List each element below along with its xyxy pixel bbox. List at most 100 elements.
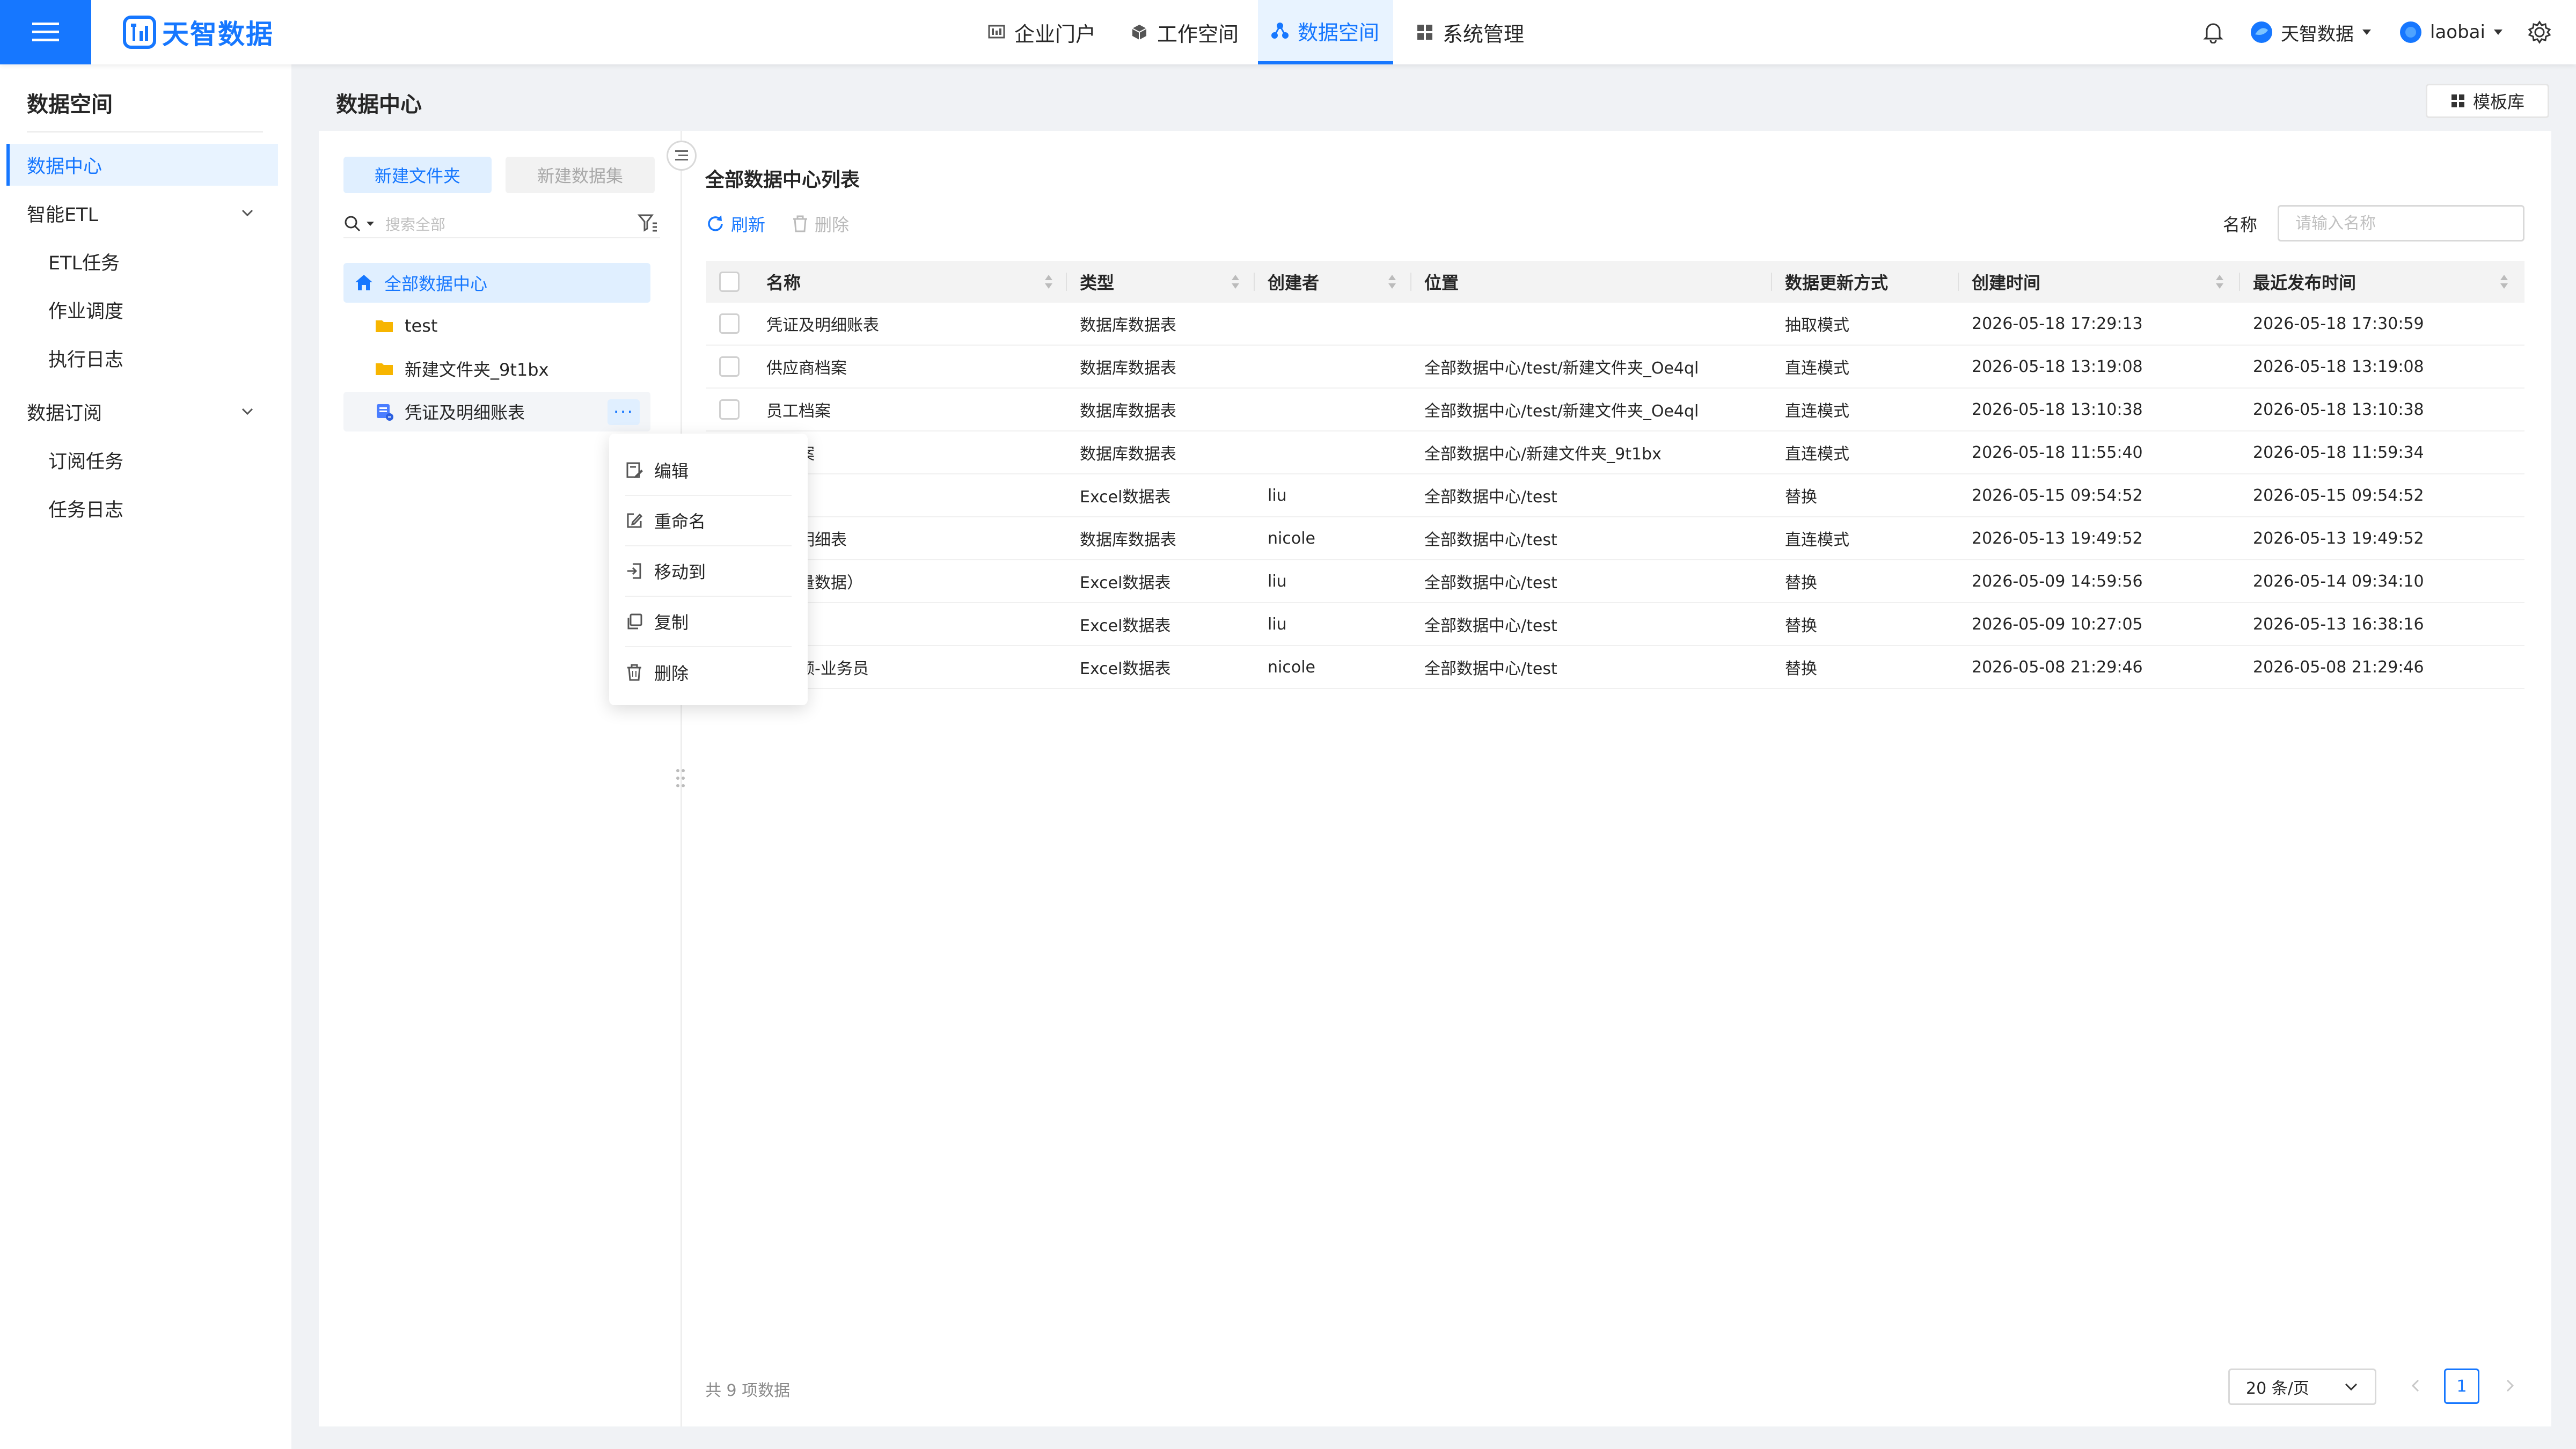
data-space-icon bbox=[1271, 23, 1289, 39]
table-row[interactable]: 目标额-业务员 Excel数据表 nicole 全部数据中心/test 替换 2026-0… bbox=[706, 646, 2524, 689]
settings-button[interactable] bbox=[2528, 0, 2551, 64]
tree-node-all-data-center[interactable]: 全部数据中心 bbox=[343, 263, 650, 303]
table-row[interactable]: 表Excel数据表liu全部数据中心/test替换2026-05-15 09:5… bbox=[706, 474, 2524, 517]
filter-icon[interactable] bbox=[638, 213, 658, 233]
cell-created-at: 2026-05-18 13:10:38 bbox=[1972, 400, 2143, 419]
cell-created-at: 2026-05-08 21:29:46 bbox=[1972, 657, 2143, 677]
row-checkbox[interactable] bbox=[719, 399, 740, 420]
sort-icon[interactable] bbox=[1230, 273, 1241, 291]
cell-created-at: 2026-05-09 10:27:05 bbox=[1972, 614, 2143, 634]
cell-last-published: 2026-05-14 09:34:10 bbox=[2253, 572, 2424, 591]
sidebar-item-subscription-tasks[interactable]: 订阅任务 bbox=[6, 439, 278, 481]
cell-update-mode: 替换 bbox=[1785, 488, 1817, 507]
top-bar: 天智数据 企业门户 工作空间 数据空间 系统管理 天智数据 laobai bbox=[0, 0, 2576, 64]
template-library-button[interactable]: 模板库 bbox=[2426, 84, 2549, 118]
table-row[interactable]: Excel数据表 liu 全部数据中心/test 替换 2026-05-09 10:27… bbox=[706, 603, 2524, 646]
refresh-button[interactable]: 刷新 bbox=[705, 210, 765, 237]
tree-search-input[interactable]: 搜索全部 bbox=[343, 210, 660, 238]
tree-node-label: 新建文件夹_9t1bx bbox=[405, 360, 549, 380]
table-row[interactable]: （少量数据） Excel数据表 liu 全部数据中心/test 替换 2026-05-09… bbox=[706, 560, 2524, 603]
nav-label: 系统管理 bbox=[1443, 22, 1525, 46]
org-avatar-icon bbox=[2251, 21, 2272, 43]
new-folder-button[interactable]: 新建文件夹 bbox=[343, 157, 492, 193]
sidebar-group-data-subscription[interactable]: 数据订阅 bbox=[6, 391, 278, 433]
sort-icon[interactable] bbox=[1387, 273, 1397, 291]
sidebar-item-task-log[interactable]: 任务日志 bbox=[6, 487, 278, 529]
column-header-last-published: 最近发布时间 bbox=[2253, 273, 2357, 293]
nav-data-space[interactable]: 数据空间 bbox=[1258, 0, 1393, 64]
page-number-current[interactable]: 1 bbox=[2444, 1368, 2479, 1404]
table-row[interactable]: 供应商档案 数据库数据表 全部数据中心/test/新建文件夹_Oe4ql 直连模式 20… bbox=[706, 346, 2524, 389]
tree-node-voucher-ledger[interactable]: 凭证及明细账表 bbox=[343, 392, 650, 431]
page-size-select[interactable]: 20 条/页 bbox=[2228, 1368, 2376, 1405]
user-avatar-icon bbox=[2400, 21, 2421, 43]
user-menu[interactable]: laobai bbox=[2399, 0, 2504, 64]
tree-node-test[interactable]: test bbox=[343, 306, 650, 346]
table-row[interactable]: 凭证及明细账表 数据库数据表 抽取模式 2026-05-18 17:29:13 2026… bbox=[706, 303, 2524, 346]
data-table: 名称 类型 创建者 位置 数据更新方式 创建时间 最近发布时间 凭证及明细账表数… bbox=[706, 261, 2524, 689]
context-menu-label: 复制 bbox=[654, 612, 689, 633]
notification-button[interactable] bbox=[2202, 0, 2224, 64]
context-menu-edit[interactable]: 编辑 bbox=[625, 445, 792, 496]
org-switcher[interactable]: 天智数据 bbox=[2250, 0, 2372, 64]
nav-workspace[interactable]: 工作空间 bbox=[1117, 0, 1252, 64]
cell-type: 数据库数据表 bbox=[1080, 402, 1176, 421]
cell-created-at: 2026-05-09 14:59:56 bbox=[1972, 572, 2143, 591]
cell-location: 全部数据中心/test bbox=[1424, 660, 1557, 678]
sort-icon[interactable] bbox=[2499, 273, 2509, 291]
sort-icon[interactable] bbox=[2214, 273, 2225, 291]
delete-button[interactable]: 删除 bbox=[791, 210, 849, 237]
page-title: 数据中心 bbox=[336, 92, 422, 117]
app-logo[interactable]: 天智数据 bbox=[122, 13, 274, 52]
collapse-tree-button[interactable] bbox=[667, 141, 697, 171]
cell-creator: nicole bbox=[1268, 529, 1315, 548]
cell-created-at: 2026-05-15 09:54:52 bbox=[1972, 486, 2143, 505]
sort-icon[interactable] bbox=[1043, 273, 1054, 291]
more-actions-button[interactable]: ··· bbox=[608, 399, 640, 425]
home-icon bbox=[355, 275, 372, 290]
cell-update-mode: 直连模式 bbox=[1785, 359, 1849, 378]
context-menu-delete[interactable]: 删除 bbox=[625, 647, 792, 698]
sidebar-group-smart-etl[interactable]: 智能ETL bbox=[6, 192, 278, 234]
copy-icon bbox=[627, 613, 642, 630]
sidebar-item-etl-tasks[interactable]: ETL任务 bbox=[6, 240, 278, 282]
cell-created-at: 2026-05-18 13:19:08 bbox=[1972, 357, 2143, 376]
sidebar-item-job-scheduling[interactable]: 作业调度 bbox=[6, 289, 278, 331]
context-menu-copy[interactable]: 复制 bbox=[625, 597, 792, 647]
table-row[interactable]: 订单明细表数据库数据表nicole全部数据中心/test直连模式2026-05-… bbox=[706, 517, 2524, 560]
sidebar-title: 数据空间 bbox=[27, 92, 113, 117]
context-menu-move-to[interactable]: 移动到 bbox=[625, 546, 792, 597]
logo-icon bbox=[123, 16, 156, 49]
row-checkbox[interactable] bbox=[719, 356, 740, 377]
move-icon bbox=[627, 563, 641, 579]
prev-page-icon[interactable] bbox=[2407, 1377, 2425, 1394]
caret-down-icon[interactable] bbox=[366, 221, 375, 227]
context-menu-rename[interactable]: 重命名 bbox=[625, 496, 792, 546]
nav-system-admin[interactable]: 系统管理 bbox=[1403, 0, 1537, 64]
table-row[interactable]: 商档案数据库数据表全部数据中心/新建文件夹_9t1bx直连模式2026-05-1… bbox=[706, 431, 2524, 474]
list-title: 全部数据中心列表 bbox=[705, 169, 860, 191]
drag-handle-icon[interactable] bbox=[674, 767, 687, 789]
tree-node-new-folder-9t1bx[interactable]: 新建文件夹_9t1bx bbox=[343, 349, 650, 389]
nav-enterprise-portal[interactable]: 企业门户 bbox=[975, 0, 1109, 64]
cell-location: 全部数据中心/test bbox=[1424, 531, 1557, 550]
select-all-checkbox[interactable] bbox=[719, 272, 740, 292]
grid-icon bbox=[2451, 94, 2464, 107]
cell-update-mode: 替换 bbox=[1785, 617, 1817, 635]
hamburger-menu-button[interactable] bbox=[0, 0, 91, 64]
cell-creator: liu bbox=[1268, 614, 1287, 634]
sidebar-item-data-center[interactable]: 数据中心 bbox=[6, 144, 278, 186]
cell-update-mode: 直连模式 bbox=[1785, 402, 1849, 421]
new-dataset-button[interactable]: 新建数据集 bbox=[506, 157, 655, 193]
name-filter-input[interactable] bbox=[2278, 205, 2524, 241]
cell-update-mode: 替换 bbox=[1785, 660, 1817, 678]
next-page-icon[interactable] bbox=[2501, 1377, 2518, 1394]
cell-location: 全部数据中心/新建文件夹_9t1bx bbox=[1424, 445, 1662, 464]
cell-type: Excel数据表 bbox=[1080, 574, 1171, 592]
sidebar-item-label: 作业调度 bbox=[48, 301, 124, 323]
table-body: 凭证及明细账表 数据库数据表 抽取模式 2026-05-18 17:29:13 2026… bbox=[706, 303, 2524, 689]
table-row[interactable]: 员工档案 数据库数据表 全部数据中心/test/新建文件夹_Oe4ql 直连模式 202… bbox=[706, 389, 2524, 431]
row-checkbox[interactable] bbox=[719, 313, 740, 334]
refresh-icon bbox=[708, 215, 723, 231]
sidebar-item-execution-log[interactable]: 执行日志 bbox=[6, 337, 278, 379]
